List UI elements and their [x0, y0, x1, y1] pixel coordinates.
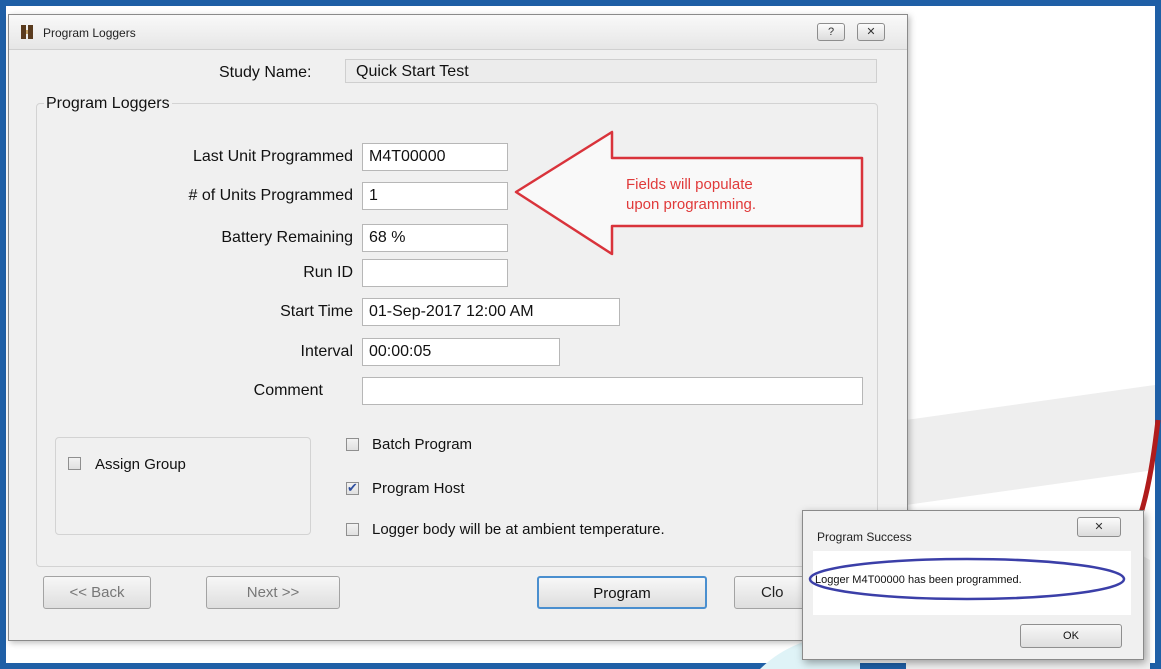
- assign-group-checkbox[interactable]: [68, 457, 81, 470]
- last-unit-field: M4T00000: [362, 143, 508, 171]
- ambient-temperature-checkbox[interactable]: [346, 523, 359, 536]
- last-unit-label: Last Unit Programmed: [192, 148, 353, 165]
- close-icon: ✕: [866, 26, 876, 38]
- start-time-label: Start Time: [280, 303, 353, 320]
- annotation-line-1: Fields will populate: [626, 176, 753, 193]
- help-icon: ?: [827, 26, 835, 38]
- back-button[interactable]: << Back: [43, 576, 151, 609]
- program-loggers-dialog: Program Loggers ? ✕ Study Name: Quick St…: [8, 14, 908, 641]
- next-button[interactable]: Next >>: [206, 576, 340, 609]
- app-icon: [21, 25, 33, 39]
- batch-program-label: Batch Program: [372, 436, 473, 453]
- study-name-field: Quick Start Test: [345, 59, 877, 83]
- run-id-label: Run ID: [303, 264, 353, 281]
- comment-label: Comment: [253, 382, 323, 399]
- run-id-field[interactable]: [362, 259, 508, 287]
- popup-close-button[interactable]: ✕: [1077, 517, 1121, 537]
- program-button[interactable]: Program: [537, 576, 707, 609]
- study-name-label: Study Name:: [219, 64, 312, 81]
- ambient-temperature-label: Logger body will be at ambient temperatu…: [372, 521, 665, 538]
- units-programmed-field: 1: [362, 182, 508, 210]
- checkmark-icon: ✔: [347, 480, 358, 495]
- program-host-label: Program Host: [372, 480, 465, 497]
- popup-title: Program Success: [817, 530, 912, 544]
- popup-message: Logger M4T00000 has been programmed.: [815, 574, 1022, 586]
- group-title: Program Loggers: [44, 95, 172, 113]
- assign-group-box: [55, 437, 311, 535]
- battery-field: 68 %: [362, 224, 508, 252]
- interval-label: Interval: [300, 343, 353, 360]
- title-bar: Program Loggers ? ✕: [9, 15, 907, 50]
- comment-field[interactable]: [362, 377, 863, 405]
- interval-field[interactable]: 00:00:05: [362, 338, 560, 366]
- help-button[interactable]: ?: [817, 23, 845, 41]
- close-button[interactable]: ✕: [857, 23, 885, 41]
- window-title: Program Loggers: [43, 26, 136, 40]
- popup-ok-button[interactable]: OK: [1020, 624, 1122, 648]
- annotation-text: Fields will populate upon programming.: [626, 175, 756, 215]
- start-time-field[interactable]: 01-Sep-2017 12:00 AM: [362, 298, 620, 326]
- battery-label: Battery Remaining: [221, 229, 353, 246]
- units-programmed-label: # of Units Programmed: [188, 187, 353, 204]
- annotation-line-2: upon programming.: [626, 196, 757, 213]
- assign-group-label: Assign Group: [95, 456, 186, 473]
- close-icon: ✕: [1094, 521, 1104, 533]
- batch-program-checkbox[interactable]: [346, 438, 359, 451]
- program-success-dialog: Program Success ✕ Logger M4T00000 has be…: [802, 510, 1144, 660]
- program-host-checkbox[interactable]: ✔: [346, 480, 359, 495]
